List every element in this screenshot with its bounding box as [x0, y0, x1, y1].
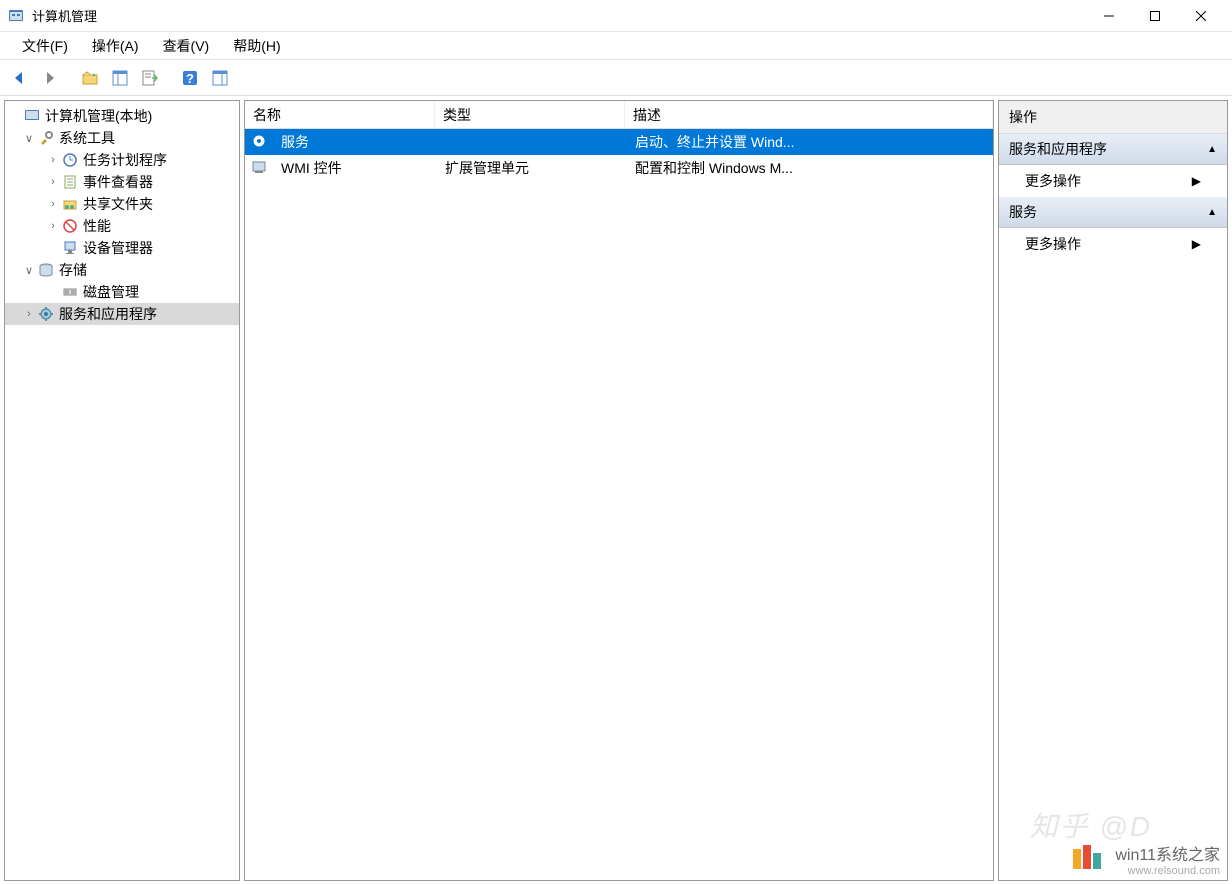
- list-panel: 名称 类型 描述 服务 启动、终止并设置 Wind... WMI 控件扩展管理单元配…: [244, 100, 994, 881]
- menu-action[interactable]: 操作(A): [80, 36, 151, 56]
- list-body: 服务 启动、终止并设置 Wind... WMI 控件扩展管理单元配置和控制 Wind…: [245, 129, 993, 880]
- expander-icon[interactable]: ›: [47, 198, 59, 210]
- actions-section-title: 服务: [1009, 202, 1037, 222]
- menu-view[interactable]: 查看(V): [151, 36, 222, 56]
- brand-title: win11系统之家: [1115, 841, 1220, 865]
- tools-icon: [37, 129, 55, 147]
- actions-item-label: 更多操作: [1025, 234, 1081, 254]
- svg-text:?: ?: [186, 71, 194, 86]
- main-area: 计算机管理(本地) ∨系统工具›任务计划程序›事件查看器›共享文件夹›性能设备管…: [0, 96, 1232, 885]
- expander-icon[interactable]: ›: [47, 154, 59, 166]
- tree-node-2[interactable]: › 事件查看器: [5, 171, 239, 193]
- toolbar: ?: [0, 60, 1232, 96]
- tree-root-label: 计算机管理(本地): [45, 106, 152, 126]
- collapse-icon: ▲: [1207, 144, 1217, 155]
- close-button[interactable]: [1178, 1, 1224, 31]
- tree-node-label: 共享文件夹: [83, 194, 153, 214]
- window-controls: [1086, 1, 1224, 31]
- tree-node-6[interactable]: ∨ 存储: [5, 259, 239, 281]
- actions-section-header-0[interactable]: 服务和应用程序 ▲: [999, 134, 1227, 165]
- chevron-right-icon: ▶: [1192, 174, 1201, 188]
- help-button[interactable]: ?: [176, 64, 204, 92]
- maximize-button[interactable]: [1132, 1, 1178, 31]
- app-icon: [8, 8, 24, 24]
- tree-node-label: 性能: [83, 216, 111, 236]
- actions-item-1-0[interactable]: 更多操作 ▶: [999, 228, 1227, 260]
- cell-name: WMI 控件: [273, 158, 437, 178]
- list-header: 名称 类型 描述: [245, 101, 993, 129]
- list-row-0[interactable]: 服务 启动、终止并设置 Wind...: [245, 129, 993, 155]
- brand-logo-icon: [1071, 841, 1107, 877]
- actions-section-title: 服务和应用程序: [1009, 139, 1107, 159]
- tree-node-label: 服务和应用程序: [59, 304, 157, 324]
- column-name[interactable]: 名称: [245, 101, 435, 128]
- cell-type: 扩展管理单元: [437, 158, 627, 178]
- watermark-zhihu: 知乎 @D: [1030, 805, 1152, 845]
- expander-icon[interactable]: ›: [23, 308, 35, 320]
- cell-desc: 配置和控制 Windows M...: [627, 158, 993, 178]
- clock-icon: [61, 151, 79, 169]
- tree-node-label: 任务计划程序: [83, 150, 167, 170]
- actions-header: 操作: [999, 101, 1227, 134]
- perf-icon: [61, 217, 79, 235]
- share-icon: [61, 195, 79, 213]
- collapse-icon: ▲: [1207, 207, 1217, 218]
- menu-help[interactable]: 帮助(H): [221, 36, 292, 56]
- tree-root[interactable]: 计算机管理(本地): [5, 105, 239, 127]
- gear-icon: [251, 133, 269, 151]
- disk-icon: [61, 283, 79, 301]
- back-button[interactable]: [6, 64, 34, 92]
- watermark-brand: win11系统之家 www.relsound.com: [1071, 841, 1220, 877]
- expander-icon[interactable]: ›: [47, 176, 59, 188]
- minimize-button[interactable]: [1086, 1, 1132, 31]
- expander-icon[interactable]: ∨: [23, 132, 35, 145]
- actions-item-0-0[interactable]: 更多操作 ▶: [999, 165, 1227, 197]
- tree-node-3[interactable]: › 共享文件夹: [5, 193, 239, 215]
- tree-node-8[interactable]: › 服务和应用程序: [5, 303, 239, 325]
- expander-icon[interactable]: ›: [47, 220, 59, 232]
- tree-node-7[interactable]: 磁盘管理: [5, 281, 239, 303]
- up-button[interactable]: [76, 64, 104, 92]
- expander-icon[interactable]: ∨: [23, 264, 35, 277]
- column-desc[interactable]: 描述: [625, 101, 993, 128]
- storage-icon: [37, 261, 55, 279]
- tree-node-label: 系统工具: [59, 128, 115, 148]
- actions-panel: 操作 服务和应用程序 ▲ 更多操作 ▶ 服务 ▲ 更多操作 ▶: [998, 100, 1228, 881]
- show-hide-tree-button[interactable]: [106, 64, 134, 92]
- wmi-icon: [251, 159, 269, 177]
- services-icon: [37, 305, 55, 323]
- chevron-right-icon: ▶: [1192, 237, 1201, 251]
- tree-node-label: 存储: [59, 260, 87, 280]
- actions-section-header-1[interactable]: 服务 ▲: [999, 197, 1227, 228]
- tree-panel: 计算机管理(本地) ∨系统工具›任务计划程序›事件查看器›共享文件夹›性能设备管…: [4, 100, 240, 881]
- window-title: 计算机管理: [32, 6, 1086, 25]
- cell-desc: 启动、终止并设置 Wind...: [627, 132, 993, 152]
- tree-node-5[interactable]: 设备管理器: [5, 237, 239, 259]
- brand-url: www.relsound.com: [1115, 865, 1220, 877]
- column-type[interactable]: 类型: [435, 101, 625, 128]
- cell-name: 服务: [273, 132, 437, 152]
- computer-management-icon: [23, 107, 41, 125]
- forward-button[interactable]: [36, 64, 64, 92]
- actions-item-label: 更多操作: [1025, 171, 1081, 191]
- menubar: 文件(F) 操作(A) 查看(V) 帮助(H): [0, 32, 1232, 60]
- titlebar: 计算机管理: [0, 0, 1232, 32]
- device-icon: [61, 239, 79, 257]
- tree-node-label: 事件查看器: [83, 172, 153, 192]
- tree-node-label: 磁盘管理: [83, 282, 139, 302]
- event-icon: [61, 173, 79, 191]
- tree-node-0[interactable]: ∨ 系统工具: [5, 127, 239, 149]
- tree-node-label: 设备管理器: [83, 238, 153, 258]
- tree-node-1[interactable]: › 任务计划程序: [5, 149, 239, 171]
- tree-node-4[interactable]: › 性能: [5, 215, 239, 237]
- list-row-1[interactable]: WMI 控件扩展管理单元配置和控制 Windows M...: [245, 155, 993, 181]
- export-button[interactable]: [136, 64, 164, 92]
- menu-file[interactable]: 文件(F): [10, 36, 80, 56]
- show-hide-actions-button[interactable]: [206, 64, 234, 92]
